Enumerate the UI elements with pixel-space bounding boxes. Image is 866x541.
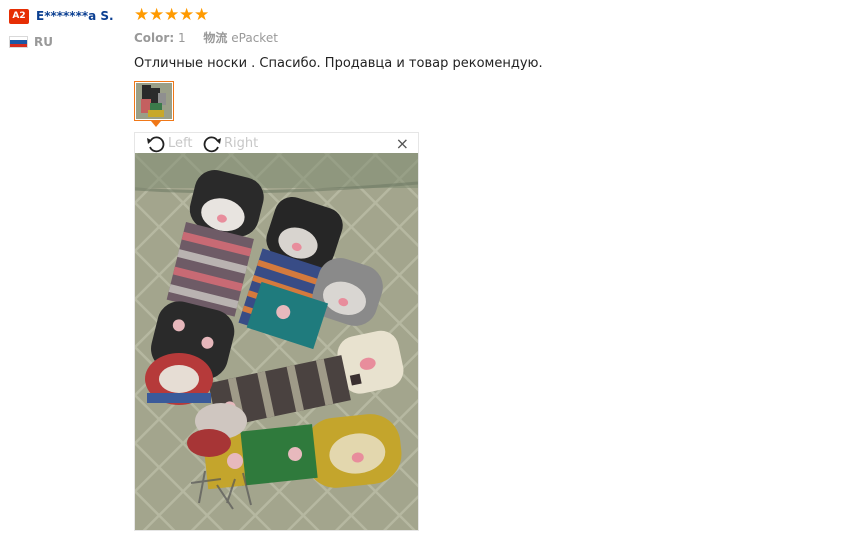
rotate-left-label: Left bbox=[168, 136, 193, 151]
rating-stars: ★ ★ ★ ★ ★ bbox=[134, 5, 210, 25]
flag-icon bbox=[9, 36, 28, 48]
image-viewer: Left Right × bbox=[134, 132, 419, 531]
thumbnail-pointer bbox=[151, 121, 161, 127]
attr-color-key: Color: bbox=[134, 31, 175, 45]
attr-color-value: 1 bbox=[177, 31, 186, 45]
rotate-right-label: Right bbox=[224, 136, 259, 151]
thumbnail-image bbox=[136, 83, 172, 119]
star-icon: ★ bbox=[134, 5, 150, 25]
viewer-toolbar: Left Right × bbox=[135, 133, 418, 154]
reviewer-country: RU bbox=[34, 35, 53, 49]
attr-shipping-key: 物流 bbox=[203, 31, 228, 45]
star-icon: ★ bbox=[179, 5, 195, 25]
buyer-level-badge: A2 bbox=[9, 9, 29, 24]
star-icon: ★ bbox=[194, 5, 210, 25]
review-text: Отличные носки . Спасибо. Продавца и тов… bbox=[134, 56, 543, 71]
review-photo bbox=[135, 153, 418, 530]
rotate-left-button[interactable]: Left bbox=[145, 134, 192, 153]
rotate-right-button[interactable]: Right bbox=[201, 134, 258, 153]
rotate-right-icon bbox=[203, 135, 221, 152]
rotate-left-icon bbox=[147, 135, 165, 152]
close-icon[interactable]: × bbox=[396, 135, 409, 152]
order-attributes: Color: 1 物流 ePacket bbox=[134, 30, 292, 47]
star-icon: ★ bbox=[149, 5, 165, 25]
attr-shipping-value: ePacket bbox=[231, 31, 278, 45]
review-photo-thumbnail[interactable] bbox=[134, 81, 174, 121]
star-icon: ★ bbox=[164, 5, 180, 25]
reviewer-name[interactable]: E*******a S. bbox=[36, 8, 114, 25]
